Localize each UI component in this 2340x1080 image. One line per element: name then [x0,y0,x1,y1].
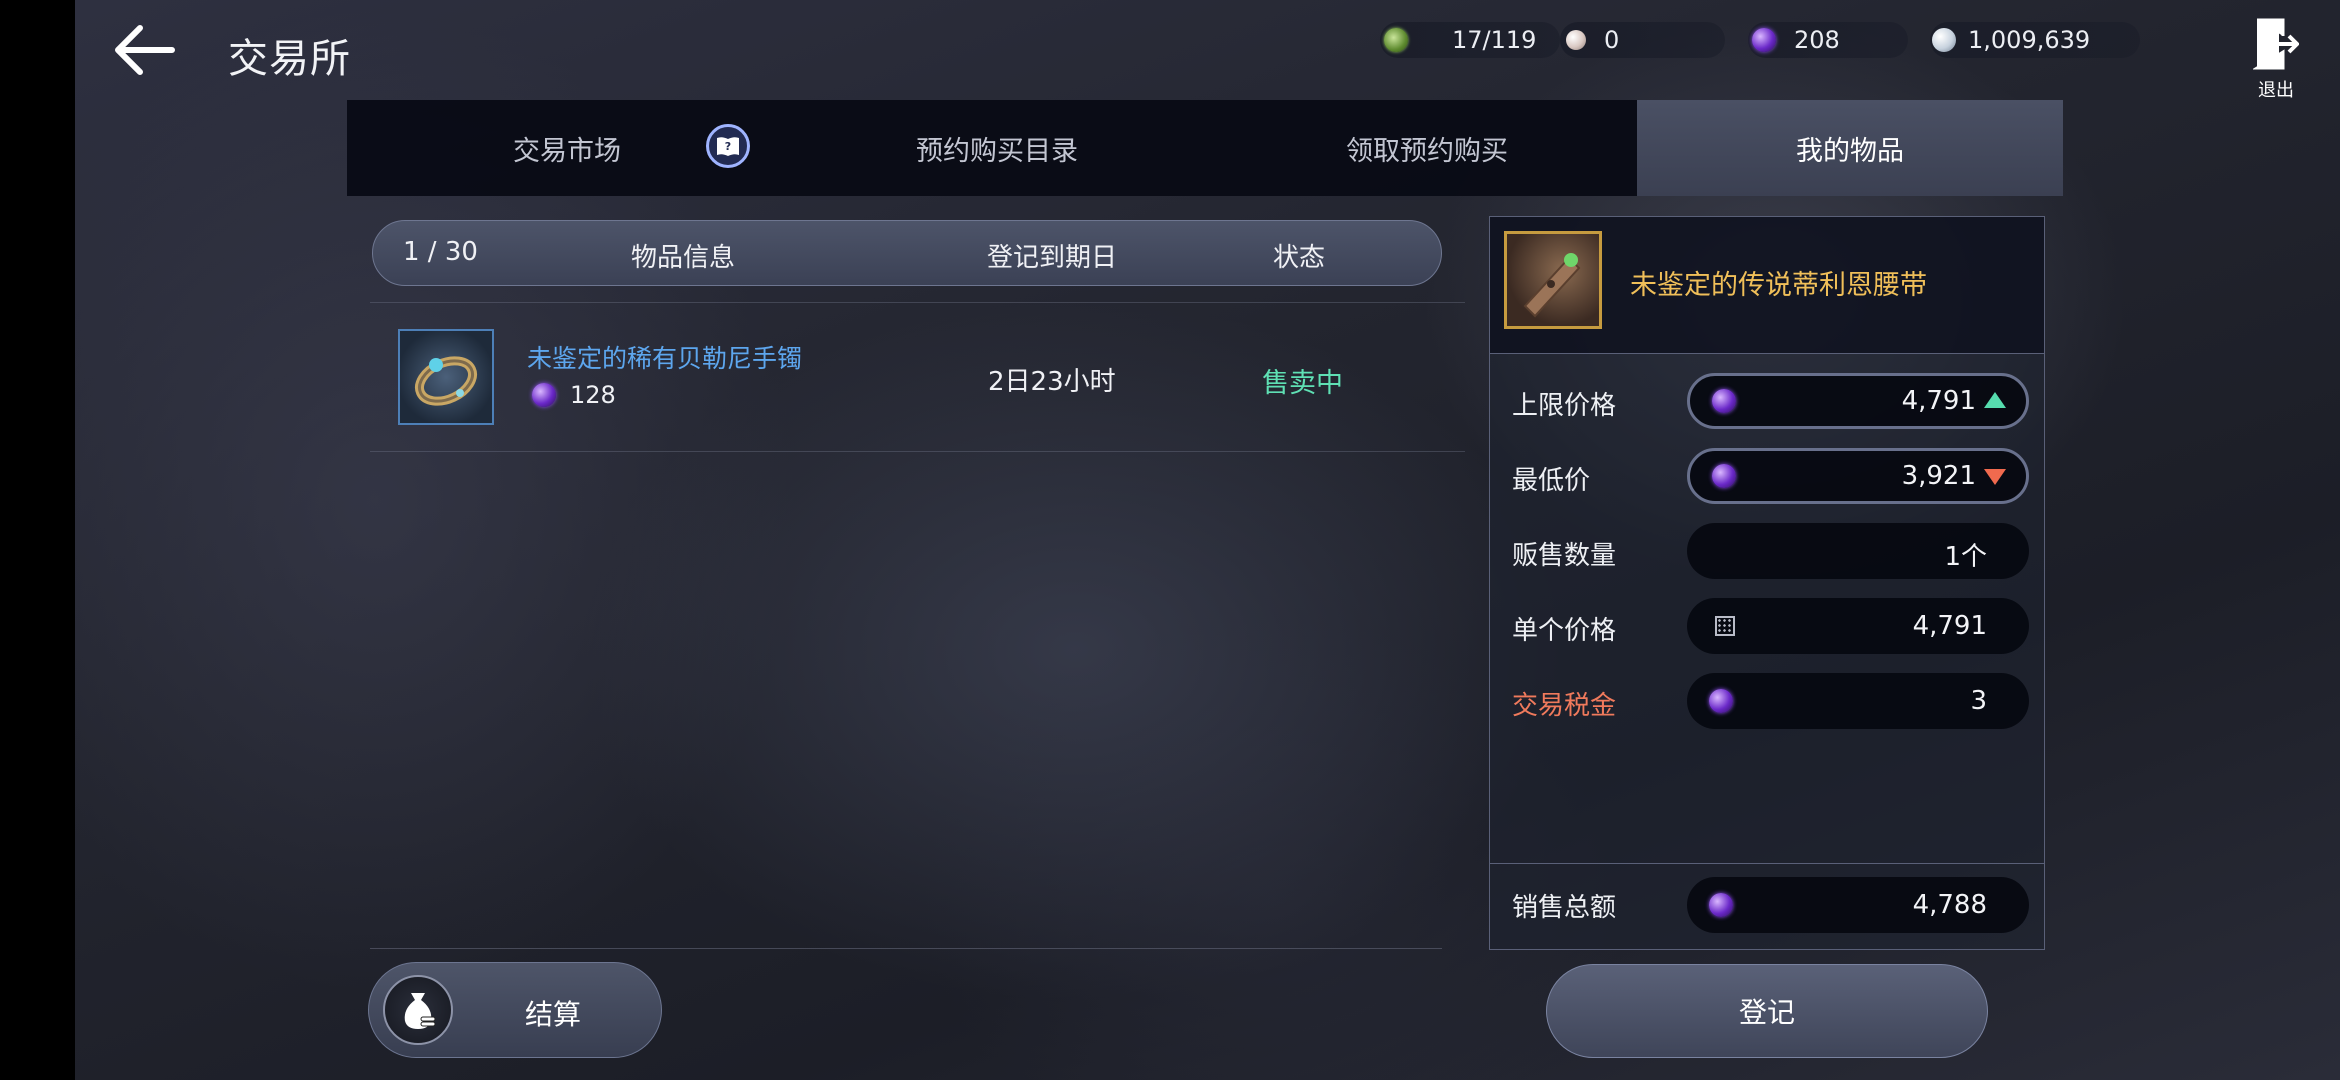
min-price-label: 最低价 [1512,466,1591,496]
max-price-field[interactable]: 4,791 [1687,373,2029,429]
green-token-icon [1384,28,1408,52]
item-status: 售卖中 [1262,368,1343,399]
arrow-up-icon [1984,392,2006,408]
tab-label: 我的物品 [1796,135,1904,167]
book-question-glyph: ? [717,137,739,156]
unit-price-field[interactable]: 4,791 [1687,598,2029,654]
tab-label: 预约购买目录 [916,135,1078,167]
help-book-icon[interactable]: ? [706,124,750,168]
list-header: 1 / 30 物品信息 登记到期日 状态 [372,220,1442,286]
tab-label: 交易市场 [513,135,621,167]
total-value: 4,788 [1912,890,1987,920]
total-label: 销售总额 [1512,893,1617,923]
belt-item-icon [1504,231,1602,329]
item-name: 未鉴定的稀有贝勒尼手镯 [527,344,803,373]
tab-claim-reservation[interactable]: 领取预约购买 [1277,100,1577,196]
panel-header: 未鉴定的传说蒂利恩腰带 [1490,217,2044,354]
quantity-field[interactable]: 1个 [1687,523,2029,579]
settle-label: 结算 [525,998,582,1031]
max-price-value: 4,791 [1901,386,1976,416]
unit-price-value: 4,791 [1912,611,1987,641]
total-divider [1490,863,2044,864]
column-expire-date: 登记到期日 [987,243,1118,273]
total-field: 4,788 [1687,877,2029,933]
unit-price-label: 单个价格 [1512,616,1617,646]
item-price: 128 [532,381,616,409]
bracelet-icon [415,356,477,406]
resource-green-token: 17/119 [1380,22,1560,58]
column-status: 状态 [1273,243,1326,273]
column-item-info: 物品信息 [631,243,736,273]
item-price-value: 128 [570,381,616,409]
resource-silver-coin: 1,009,639 [1930,22,2140,58]
calculator-icon [1715,616,1735,636]
item-count: 1 / 30 [403,237,478,267]
register-button[interactable]: 登记 [1546,964,1988,1058]
tab-reservation-catalog[interactable]: 预约购买目录 [847,100,1147,196]
resource-value: 0 [1604,26,1620,54]
page-title: 交易所 [228,36,351,82]
resource-pearl: 0 [1560,22,1725,58]
list-divider [370,948,1442,949]
pearl-icon [1566,30,1586,50]
resource-purple-gem: 208 [1748,22,1908,58]
resource-value: 1,009,639 [1968,26,2091,54]
arrow-down-icon [1984,469,2006,485]
purple-gem-icon [532,383,556,407]
tab-my-items[interactable]: 我的物品 [1637,100,2063,196]
exit-door-icon [2251,18,2300,70]
exit-button[interactable]: 退出 [2250,18,2302,101]
purple-gem-icon [1709,893,1733,917]
tax-label: 交易税金 [1512,691,1617,721]
quantity-label: 贩售数量 [1512,541,1617,571]
max-price-label: 上限价格 [1512,391,1617,421]
bracelet-item-icon [398,329,494,425]
belt-icon [1523,253,1581,318]
register-label: 登记 [1738,996,1795,1029]
money-bag-icon [383,975,453,1045]
purple-gem-icon [1709,689,1733,713]
tax-value: 3 [1970,686,1987,716]
svg-text:?: ? [725,140,731,153]
tab-label: 领取预约购买 [1346,135,1508,167]
money-bag-glyph [404,993,436,1029]
quantity-value: 1个 [1944,542,1987,572]
exit-label: 退出 [2258,80,2294,101]
min-price-value: 3,921 [1901,461,1976,491]
settle-button[interactable]: 结算 [368,962,662,1058]
item-expire: 2日23小时 [988,367,1116,397]
list-item[interactable]: 未鉴定的稀有贝勒尼手镯 128 2日23小时 售卖中 [370,302,1465,452]
tax-field: 3 [1687,673,2029,729]
selected-item-name: 未鉴定的传说蒂利恩腰带 [1630,270,1927,301]
tab-bar: 交易市场 预约购买目录 领取预约购买 我的物品 [347,100,2063,196]
purple-gem-icon [1712,389,1736,413]
purple-gem-icon [1712,464,1736,488]
resource-value: 208 [1794,26,1840,54]
back-arrow-icon [115,25,175,75]
tab-market[interactable]: 交易市场 [417,100,717,196]
sell-detail-panel: 未鉴定的传说蒂利恩腰带 上限价格 4,791 最低价 3,921 贩售数量 1个… [1489,216,2045,950]
purple-gem-icon [1752,28,1776,52]
resource-value: 17/119 [1452,26,1537,54]
back-button[interactable] [110,22,180,78]
min-price-field[interactable]: 3,921 [1687,448,2029,504]
silver-coin-icon [1932,28,1956,52]
